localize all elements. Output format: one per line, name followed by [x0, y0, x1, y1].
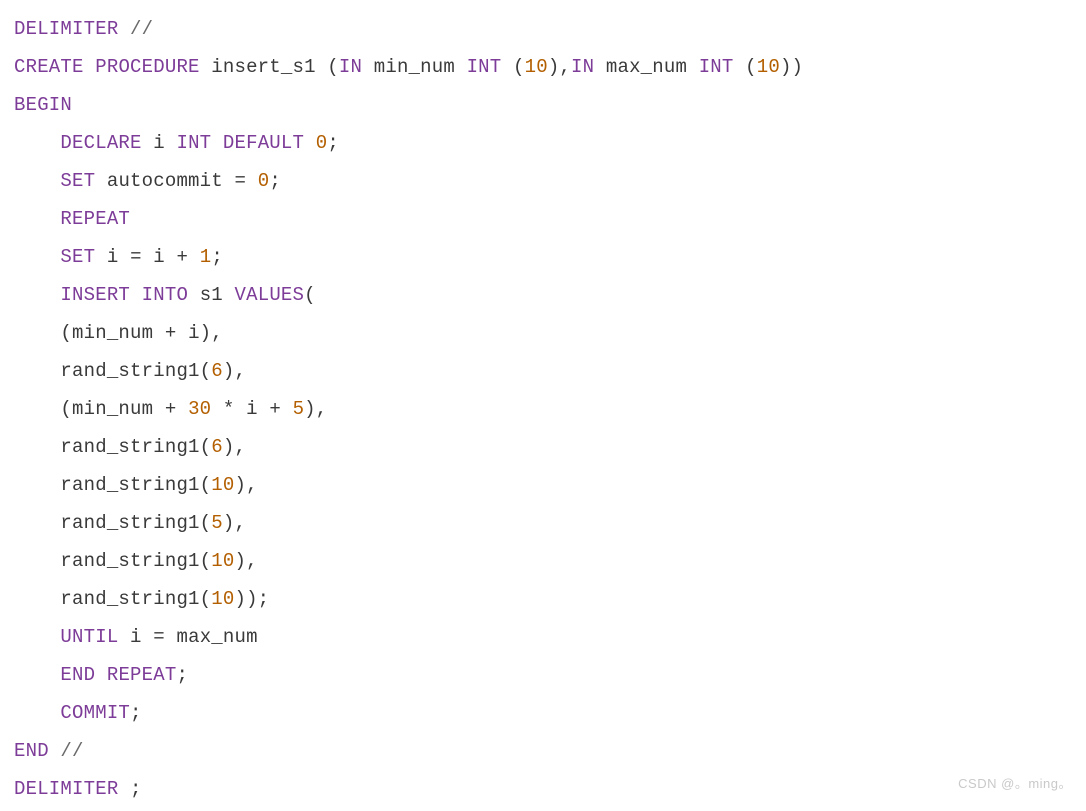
token: DELIMITER	[14, 18, 118, 40]
token: i	[153, 246, 165, 268]
token: +	[165, 322, 177, 344]
token: 1	[200, 246, 212, 268]
watermark: CSDN @。ming。	[958, 765, 1072, 803]
token: PROCEDURE	[95, 56, 199, 78]
token: 10	[211, 588, 234, 610]
token: (	[304, 284, 316, 306]
token: 30	[188, 398, 211, 420]
token: =	[130, 246, 142, 268]
token: 6	[211, 436, 223, 458]
token: INT	[176, 132, 211, 154]
token: REPEAT	[107, 664, 177, 686]
token: ),	[223, 360, 246, 382]
token: 10	[525, 56, 548, 78]
token: insert_s1	[211, 56, 315, 78]
token: END	[60, 664, 95, 686]
token: SET	[60, 170, 95, 192]
token: INTO	[142, 284, 188, 306]
token: +	[165, 398, 177, 420]
token: min_num	[374, 56, 455, 78]
token: 6	[211, 360, 223, 382]
token: ))	[780, 56, 803, 78]
token: INSERT	[60, 284, 130, 306]
token: 0	[258, 170, 270, 192]
token: max_num	[176, 626, 257, 648]
token: autocommit	[107, 170, 223, 192]
token: *	[223, 398, 235, 420]
token: (	[513, 56, 525, 78]
token: ;	[211, 246, 223, 268]
token: +	[177, 246, 189, 268]
token: SET	[60, 246, 95, 268]
token: //	[60, 740, 83, 762]
token: =	[153, 626, 165, 648]
token: ;	[327, 132, 339, 154]
token: DECLARE	[60, 132, 141, 154]
token: IN	[339, 56, 362, 78]
token: (	[745, 56, 757, 78]
token: i),	[188, 322, 223, 344]
token: END	[14, 740, 49, 762]
token: ;	[130, 702, 142, 724]
token: CREATE	[14, 56, 84, 78]
token: INT	[699, 56, 734, 78]
token: BEGIN	[14, 94, 72, 116]
token: ));	[234, 588, 269, 610]
token: i	[153, 132, 165, 154]
token: ;	[176, 664, 188, 686]
code-block: DELIMITER // CREATE PROCEDURE insert_s1 …	[14, 10, 1072, 808]
token: (min_num	[60, 398, 153, 420]
token: i	[246, 398, 258, 420]
token: =	[234, 170, 246, 192]
token: 10	[211, 550, 234, 572]
token: ),	[234, 474, 257, 496]
token: (min_num	[60, 322, 153, 344]
token: i	[107, 246, 119, 268]
token: rand_string1(	[60, 550, 211, 572]
token: rand_string1(	[60, 436, 211, 458]
token: 10	[757, 56, 780, 78]
token: DELIMITER	[14, 778, 118, 800]
token: rand_string1(	[60, 512, 211, 534]
token: 0	[316, 132, 328, 154]
token: REPEAT	[60, 208, 130, 230]
token: ;	[130, 778, 142, 800]
token: rand_string1(	[60, 588, 211, 610]
token: 5	[293, 398, 305, 420]
token: i	[130, 626, 142, 648]
token: //	[130, 18, 153, 40]
token: ),	[304, 398, 327, 420]
token: +	[269, 398, 281, 420]
token: (	[327, 56, 339, 78]
token: ;	[269, 170, 281, 192]
token: INT	[467, 56, 502, 78]
token: DEFAULT	[223, 132, 304, 154]
token: VALUES	[235, 284, 305, 306]
token: max_num	[606, 56, 687, 78]
token: COMMIT	[60, 702, 130, 724]
token: IN	[571, 56, 594, 78]
token: UNTIL	[60, 626, 118, 648]
token: ),	[223, 512, 246, 534]
token: rand_string1(	[60, 360, 211, 382]
token: ),	[223, 436, 246, 458]
token: s1	[200, 284, 223, 306]
token: 5	[211, 512, 223, 534]
token: rand_string1(	[60, 474, 211, 496]
token: 10	[211, 474, 234, 496]
token: ),	[548, 56, 571, 78]
token: ),	[234, 550, 257, 572]
